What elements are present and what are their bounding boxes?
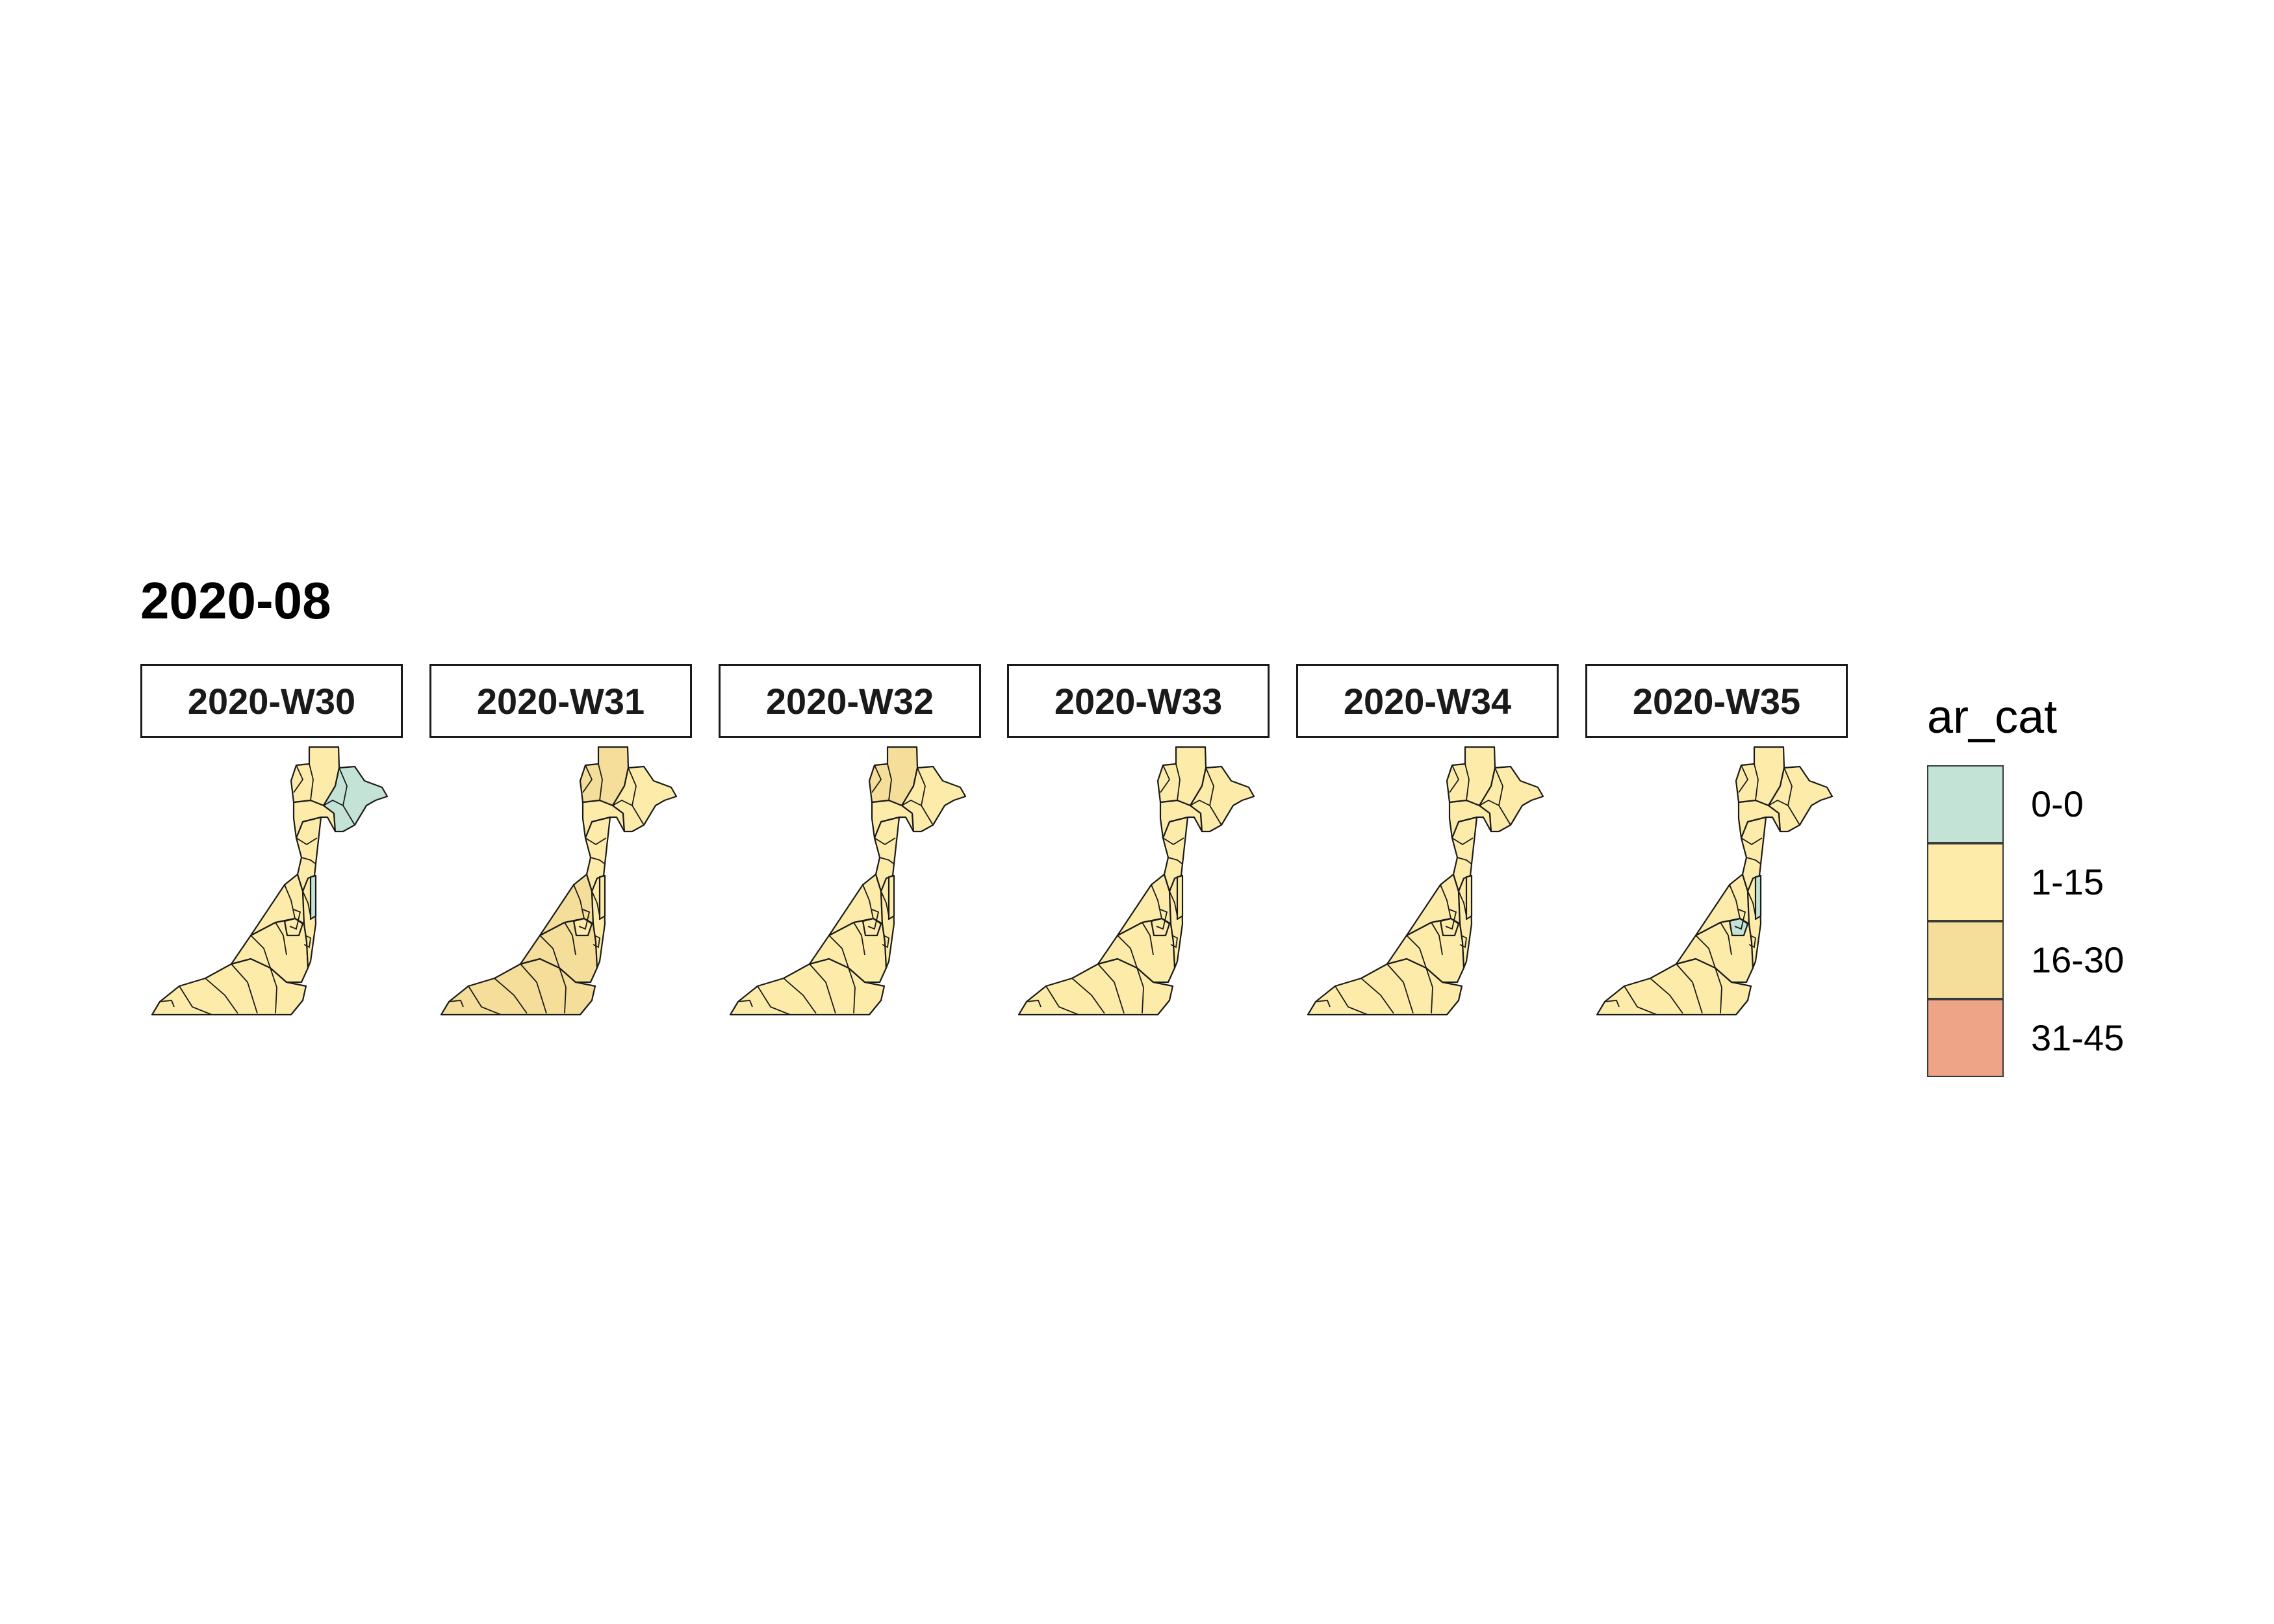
- facet-strip-6: 2020-W35: [1585, 664, 1848, 738]
- region-ce: [1754, 874, 1762, 920]
- choropleth-map: [440, 746, 678, 1016]
- map-title: 2020-08: [140, 572, 331, 629]
- legend-key-16-30: [1927, 921, 2004, 999]
- facet-strip-3: 2020-W32: [719, 664, 981, 738]
- choropleth-map: [151, 746, 389, 1016]
- facet-map-6: [1585, 741, 1848, 1026]
- region-cc: [1728, 917, 1749, 937]
- region-ce: [888, 874, 895, 920]
- region-cc: [572, 917, 593, 937]
- facet-strip-1: 2020-W30: [140, 664, 403, 738]
- region-ce: [1176, 874, 1184, 920]
- legend-label-16-30: 16-30: [2031, 939, 2125, 980]
- region-ce: [1465, 874, 1473, 920]
- facet-strip-2: 2020-W31: [429, 664, 692, 738]
- choropleth-map: [1017, 746, 1255, 1016]
- choropleth-map: [1596, 746, 1833, 1016]
- region-cc: [862, 917, 882, 937]
- legend-key-1-15: [1927, 843, 2004, 921]
- legend-key-31-45: [1927, 999, 2004, 1077]
- region-ce: [309, 874, 317, 920]
- facet-strip-4: 2020-W33: [1007, 664, 1270, 738]
- region-ce: [598, 874, 606, 920]
- legend-label-1-15: 1-15: [2031, 861, 2104, 902]
- legend-label-31-45: 31-45: [2031, 1017, 2125, 1058]
- facet-strip-5: 2020-W34: [1296, 664, 1559, 738]
- facet-map-4: [1007, 741, 1270, 1026]
- region-cc: [1150, 917, 1171, 937]
- legend-key-0-0: [1927, 765, 2004, 843]
- facet-map-2: [429, 741, 692, 1026]
- facet-map-3: [719, 741, 981, 1026]
- legend-label-0-0: 0-0: [2031, 783, 2084, 824]
- facet-map-5: [1296, 741, 1559, 1026]
- region-cc: [283, 917, 304, 937]
- choropleth-map: [729, 746, 967, 1016]
- legend-title: ar_cat: [1927, 691, 2058, 743]
- choropleth-map: [1307, 746, 1544, 1016]
- region-cc: [1439, 917, 1460, 937]
- facet-map-1: [140, 741, 403, 1026]
